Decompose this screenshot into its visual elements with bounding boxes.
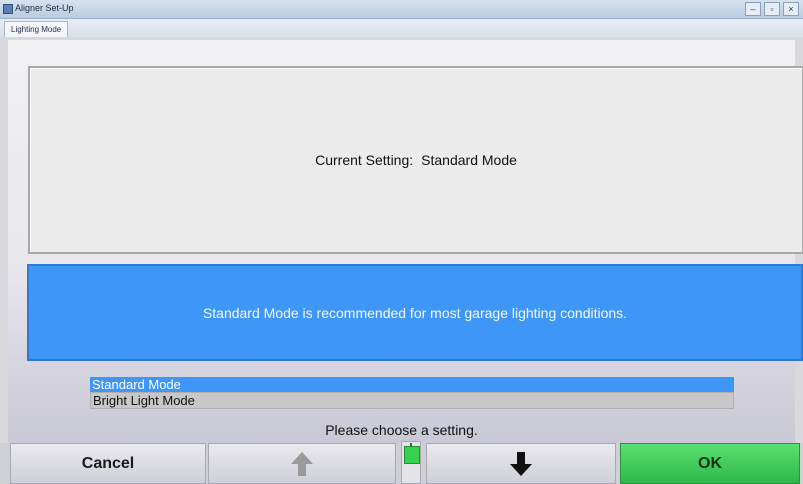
close-button[interactable]: × (783, 2, 799, 16)
up-arrow-icon (291, 451, 313, 476)
down-arrow-icon (510, 451, 532, 476)
maximize-button[interactable]: ▫ (764, 2, 780, 16)
down-button[interactable] (426, 443, 616, 484)
current-setting-value: Standard Mode (421, 152, 517, 168)
option-bright-light-mode[interactable]: Bright Light Mode (90, 392, 734, 409)
app-icon (3, 4, 13, 14)
minimize-button[interactable]: – (745, 2, 761, 16)
info-text: Standard Mode is recommended for most ga… (202, 304, 628, 321)
prompt-text: Please choose a setting. (325, 422, 478, 438)
window-titlebar: Aligner Set-Up – ▫ × (0, 0, 803, 19)
window-title: Aligner Set-Up (15, 3, 74, 13)
option-standard-mode[interactable]: Standard Mode (90, 377, 734, 392)
cancel-button[interactable]: Cancel (10, 443, 206, 484)
window-controls: – ▫ × (745, 2, 799, 16)
current-setting-label: Current Setting: (315, 152, 414, 168)
settings-list: Standard Mode Bright Light Mode (90, 377, 734, 409)
info-panel: Standard Mode is recommended for most ga… (27, 264, 803, 361)
tab-lighting-mode[interactable]: Lighting Mode (4, 21, 69, 37)
scroll-thumb[interactable] (404, 446, 420, 464)
current-setting-line: Current Setting: Standard Mode (315, 152, 517, 168)
tab-bar: Lighting Mode (0, 19, 803, 37)
main-panel: Current Setting: Standard Mode Standard M… (8, 40, 803, 443)
up-button[interactable] (208, 443, 396, 484)
scroll-indicator[interactable] (401, 441, 421, 484)
current-setting-panel: Current Setting: Standard Mode (28, 66, 803, 254)
ok-button[interactable]: OK (620, 443, 800, 484)
